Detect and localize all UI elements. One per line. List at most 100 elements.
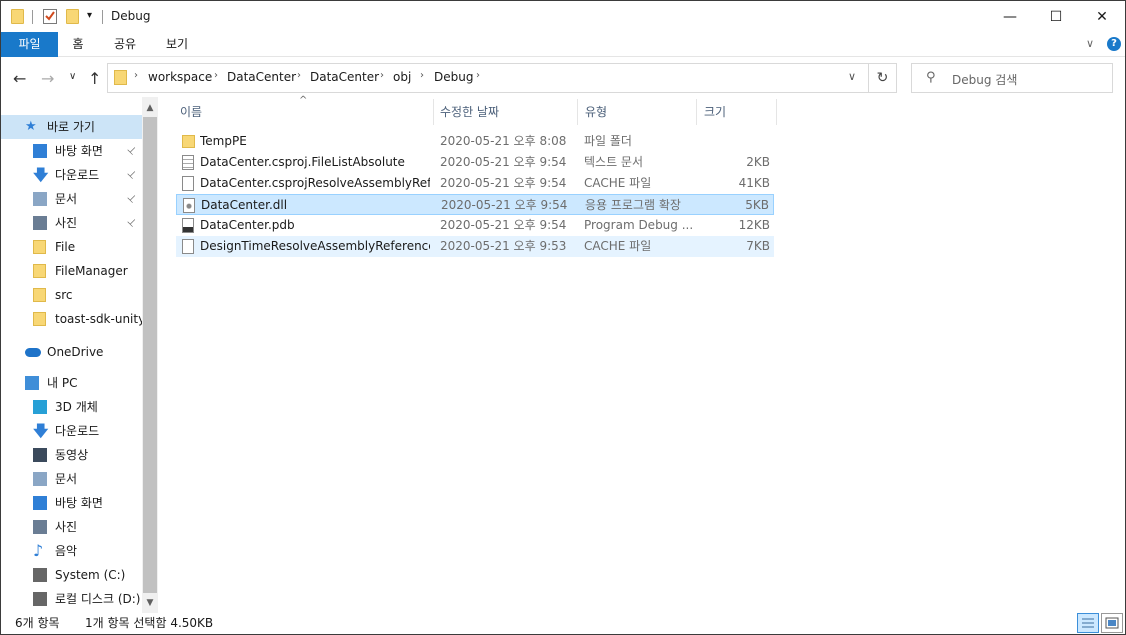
file-size: 2KB: [746, 155, 770, 169]
file-row[interactable]: DataCenter.dll 2020-05-21 오후 9:54 응용 프로그램 …: [176, 194, 774, 215]
forward-button[interactable]: →: [41, 69, 54, 88]
scroll-up-icon[interactable]: ▲: [143, 100, 157, 116]
sidebar-item[interactable]: 사진 ⊥: [1, 211, 142, 235]
breadcrumb-datacenter[interactable]: DataCenter: [227, 70, 296, 84]
sidebar-item[interactable]: 문서: [1, 467, 142, 491]
sidebar-item-label: 내 PC: [47, 376, 78, 390]
file-explorer-window: ▾ Debug — ☐ ✕ 파일 홈 공유 보기 ∨ ? ← → ∨ ↑ › w…: [0, 0, 1126, 635]
sidebar-item[interactable]: File: [1, 235, 142, 259]
minimize-button[interactable]: —: [987, 1, 1033, 32]
sidebar-item-label: src: [55, 288, 73, 302]
help-icon[interactable]: ?: [1107, 37, 1121, 51]
pin-icon: ⊥: [124, 167, 139, 182]
breadcrumb-separator: ›: [476, 70, 480, 81]
sidebar-item[interactable]: 사진: [1, 515, 142, 539]
breadcrumb-datacenter-2[interactable]: DataCenter: [310, 70, 379, 84]
download-icon: 🡇: [33, 422, 49, 440]
file-date: 2020-05-21 오후 9:53: [440, 239, 567, 253]
column-divider[interactable]: [433, 99, 434, 125]
recent-locations-button[interactable]: ∨: [69, 71, 76, 82]
sidebar-item[interactable]: 문서 ⊥: [1, 187, 142, 211]
scroll-down-icon[interactable]: ▼: [143, 595, 157, 611]
sidebar-item[interactable]: ★ 바로 가기: [1, 115, 142, 139]
sidebar-item[interactable]: FileManager: [1, 259, 142, 283]
maximize-button[interactable]: ☐: [1033, 1, 1079, 32]
sidebar-item-label: 바탕 화면: [55, 144, 103, 158]
sidebar-item[interactable]: 동영상: [1, 443, 142, 467]
file-row[interactable]: TempPE 2020-05-21 오후 8:08 파일 폴더: [176, 131, 774, 152]
onedrive-icon: [25, 348, 41, 357]
sidebar-item[interactable]: OneDrive: [1, 340, 142, 364]
tab-share[interactable]: 공유: [105, 32, 145, 57]
sidebar-item-label: FileManager: [55, 264, 128, 278]
file-size: 12KB: [738, 218, 770, 232]
address-bar[interactable]: › workspace › DataCenter › DataCenter › …: [107, 63, 869, 93]
sidebar-item[interactable]: 3D 개체: [1, 395, 142, 419]
status-bar: 6개 항목 1개 항목 선택함 4.50KB: [1, 613, 1125, 634]
file-name: DataCenter.dll: [201, 198, 288, 212]
file-row[interactable]: DataCenter.csprojResolveAssemblyRefer...…: [176, 173, 774, 194]
sidebar-item[interactable]: System (C:): [1, 563, 142, 587]
sidebar-item[interactable]: 로컬 디스크 (D:): [1, 587, 142, 611]
file-row[interactable]: DataCenter.pdb 2020-05-21 오후 9:54 Program …: [176, 215, 774, 236]
sidebar-item-label: toast-sdk-unity-: [55, 312, 150, 326]
sidebar-item-label: 바로 가기: [47, 120, 95, 134]
column-header-name[interactable]: 이름: [180, 99, 202, 125]
music-icon: ♪: [33, 541, 44, 560]
address-dropdown-icon[interactable]: ∨: [848, 70, 856, 83]
breadcrumb-debug[interactable]: Debug: [434, 70, 473, 84]
breadcrumb-obj[interactable]: obj: [393, 70, 411, 84]
sidebar-scrollbar-thumb[interactable]: [143, 117, 157, 593]
sidebar-item-label: OneDrive: [47, 345, 104, 359]
sidebar-item[interactable]: src: [1, 283, 142, 307]
search-box[interactable]: ⚲ Debug 검색: [911, 63, 1113, 93]
file-date: 2020-05-21 오후 8:08: [440, 134, 567, 148]
refresh-button[interactable]: ↻: [869, 63, 897, 93]
file-date: 2020-05-21 오후 9:54: [441, 198, 568, 212]
tab-home[interactable]: 홈: [61, 32, 95, 57]
new-folder-icon[interactable]: [66, 9, 79, 24]
sidebar-item[interactable]: toast-sdk-unity-: [1, 307, 149, 331]
sidebar-item-label: 다운로드: [55, 168, 100, 182]
column-divider[interactable]: [696, 99, 697, 125]
sidebar-item[interactable]: 내 PC: [1, 371, 142, 395]
column-header-date[interactable]: 수정한 날짜: [440, 99, 499, 125]
properties-icon[interactable]: [43, 9, 57, 25]
document-icon: [33, 192, 47, 206]
back-button[interactable]: ←: [13, 69, 26, 88]
tab-view[interactable]: 보기: [157, 32, 197, 57]
drive-c-icon: [33, 568, 47, 582]
up-button[interactable]: ↑: [88, 69, 101, 88]
sidebar-item[interactable]: 바탕 화면 ⊥: [1, 139, 142, 163]
column-header-type[interactable]: 유형: [585, 99, 607, 125]
column-divider[interactable]: [776, 99, 777, 125]
column-header-size[interactable]: 크기: [704, 99, 726, 125]
navigation-pane: ★ 바로 가기 바탕 화면 ⊥ 🡇 다운로드 ⊥ 문서 ⊥ 사진 ⊥ File FileManager s…: [1, 97, 159, 613]
file-name: DataCenter.pdb: [200, 218, 295, 232]
details-view-button[interactable]: [1077, 613, 1099, 633]
pin-icon: ⊥: [124, 215, 139, 230]
expand-ribbon-icon[interactable]: ∨: [1086, 37, 1094, 50]
pictures-icon: [33, 216, 47, 230]
sidebar-item[interactable]: 🡇 다운로드: [1, 419, 142, 443]
file-row[interactable]: DesignTimeResolveAssemblyReferencesI... 2…: [176, 236, 774, 257]
large-icons-view-button[interactable]: [1101, 613, 1123, 633]
breadcrumb-separator: ›: [214, 70, 218, 81]
close-button[interactable]: ✕: [1079, 1, 1125, 32]
sidebar-item[interactable]: ♪ 음악: [1, 539, 142, 563]
file-type: 파일 폴더: [584, 134, 632, 148]
3d-objects-icon: [33, 400, 47, 414]
sidebar-item[interactable]: 바탕 화면: [1, 491, 142, 515]
breadcrumb-separator: ›: [134, 70, 138, 81]
file-row[interactable]: DataCenter.csproj.FileListAbsolute 2020-0…: [176, 152, 774, 173]
column-divider[interactable]: [577, 99, 578, 125]
customize-toolbar-icon[interactable]: ▾: [87, 10, 92, 26]
sidebar-item-label: File: [55, 240, 76, 254]
file-name: DataCenter.csproj.FileListAbsolute: [200, 155, 405, 169]
search-input[interactable]: Debug 검색: [952, 71, 1017, 88]
sidebar-item-label: 문서: [55, 192, 78, 206]
breadcrumb-workspace[interactable]: workspace: [148, 70, 212, 84]
pictures-icon: [33, 520, 47, 534]
sidebar-item[interactable]: 🡇 다운로드 ⊥: [1, 163, 142, 187]
tab-file[interactable]: 파일: [1, 32, 58, 57]
